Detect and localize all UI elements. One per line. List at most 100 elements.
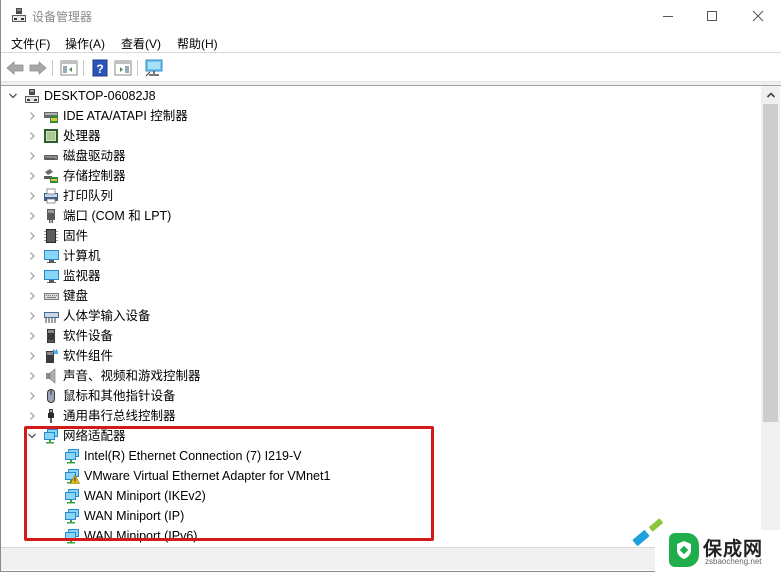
- hid-icon: [42, 308, 59, 324]
- network-adapter-item[interactable]: WAN Miniport (IP): [60, 506, 184, 526]
- device-tree: DESKTOP-06082J8 IDE ATA/ATAPI 控制器处理器磁盘驱动…: [2, 86, 761, 547]
- chevron-right-icon[interactable]: [25, 106, 39, 126]
- tree-category-label: 软件设备: [63, 329, 114, 343]
- network-adapter-icon: [63, 448, 80, 464]
- watermark-logo-icon: [669, 533, 699, 567]
- tree-category-label: 键盘: [63, 289, 89, 303]
- network-adapter-label: Intel(R) Ethernet Connection (7) I219-V: [84, 449, 302, 463]
- tree-category-label: IDE ATA/ATAPI 控制器: [63, 109, 188, 123]
- window-title: 设备管理器: [32, 10, 93, 24]
- tree-category-row[interactable]: 监视器: [25, 266, 101, 286]
- tree-category-row[interactable]: 声音、视频和游戏控制器: [25, 366, 201, 386]
- tree-category-row[interactable]: 处理器: [25, 126, 101, 146]
- back-button[interactable]: [5, 58, 25, 78]
- minimize-button[interactable]: [645, 0, 691, 31]
- chevron-right-icon[interactable]: [25, 226, 39, 246]
- tree-category-row[interactable]: 人体学输入设备: [25, 306, 151, 326]
- tree-category-row[interactable]: 打印队列: [25, 186, 113, 206]
- chevron-right-icon[interactable]: [25, 126, 39, 146]
- tree-category-row[interactable]: 固件: [25, 226, 88, 246]
- close-icon: [752, 10, 764, 21]
- forward-arrow-icon: [29, 61, 47, 75]
- computer-tower-icon: [23, 88, 40, 104]
- software-component-icon: [42, 348, 59, 364]
- action-pane-icon: [114, 60, 132, 76]
- network-adapter-label: WAN Miniport (IKEv2): [84, 489, 206, 503]
- close-button[interactable]: [735, 0, 781, 31]
- title-bar: 设备管理器: [1, 0, 781, 31]
- tree-category-label: 网络适配器: [63, 429, 126, 443]
- tree-category-row[interactable]: 软件组件: [25, 346, 113, 366]
- network-adapter-item[interactable]: Intel(R) Ethernet Connection (7) I219-V: [60, 446, 301, 466]
- menu-help[interactable]: 帮助(H): [177, 35, 218, 52]
- processor-icon: [42, 128, 59, 144]
- chevron-down-icon[interactable]: [25, 426, 39, 446]
- chevron-right-icon[interactable]: [25, 186, 39, 206]
- watermark-url: zsbaocheng.net: [705, 557, 762, 566]
- network-adapter-item[interactable]: WAN Miniport (IPv6): [60, 526, 197, 546]
- chevron-up-icon: [766, 91, 775, 98]
- scan-hardware-button[interactable]: [144, 58, 164, 78]
- tree-category-row[interactable]: 鼠标和其他指针设备: [25, 386, 176, 406]
- network-adapter-icon: [42, 428, 59, 444]
- scrollbar-thumb[interactable]: [763, 104, 778, 422]
- tree-category-row[interactable]: IDE ATA/ATAPI 控制器: [25, 106, 188, 126]
- chevron-right-icon[interactable]: [25, 306, 39, 326]
- ide-controller-icon: [42, 108, 59, 124]
- network-adapter-item[interactable]: VMware Virtual Ethernet Adapter for VMne…: [60, 466, 330, 486]
- chevron-right-icon[interactable]: [25, 366, 39, 386]
- tree-category-row[interactable]: 软件设备: [25, 326, 113, 346]
- tree-category-row[interactable]: 通用串行总线控制器: [25, 406, 176, 426]
- help-button[interactable]: ?: [90, 58, 110, 78]
- show-hide-console-tree-button[interactable]: [59, 58, 79, 78]
- device-manager-app-icon: [11, 7, 27, 23]
- keyboard-icon: [42, 288, 59, 304]
- vertical-scrollbar[interactable]: [761, 86, 780, 547]
- forward-button[interactable]: [28, 58, 48, 78]
- device-manager-window: 设备管理器 文件(F) 操作(A) 查看(V) 帮助(H) ? DESKTOP-…: [0, 0, 781, 572]
- printer-icon: [42, 188, 59, 204]
- tree-category-label: 打印队列: [63, 189, 114, 203]
- tree-category-row[interactable]: 存储控制器: [25, 166, 126, 186]
- chevron-right-icon[interactable]: [25, 286, 39, 306]
- network-adapter-item[interactable]: WAN Miniport (IKEv2): [60, 486, 206, 506]
- menu-view[interactable]: 查看(V): [121, 35, 161, 52]
- tree-category-label: 磁盘驱动器: [63, 149, 126, 163]
- tree-category-row[interactable]: 磁盘驱动器: [25, 146, 126, 166]
- chevron-right-icon[interactable]: [25, 166, 39, 186]
- chevron-right-icon[interactable]: [25, 266, 39, 286]
- software-device-icon: [42, 328, 59, 344]
- tree-category-row[interactable]: 网络适配器: [25, 426, 126, 446]
- watermark-decoration: [632, 529, 650, 547]
- chevron-right-icon[interactable]: [25, 246, 39, 266]
- tree-category-label: 鼠标和其他指针设备: [63, 389, 176, 403]
- usb-icon: [42, 408, 59, 424]
- maximize-icon: [707, 10, 717, 21]
- chevron-right-icon[interactable]: [25, 386, 39, 406]
- computer-icon: [42, 248, 59, 264]
- menu-action[interactable]: 操作(A): [65, 35, 105, 52]
- tree-category-row[interactable]: 计算机: [25, 246, 101, 266]
- menu-file[interactable]: 文件(F): [11, 35, 50, 52]
- disk-drive-icon: [42, 148, 59, 164]
- network-adapter-icon: [63, 528, 80, 544]
- tree-category-row[interactable]: 端口 (COM 和 LPT): [25, 206, 171, 226]
- minimize-icon: [663, 15, 673, 17]
- network-adapter-label: VMware Virtual Ethernet Adapter for VMne…: [84, 469, 331, 483]
- tree-category-row[interactable]: 键盘: [25, 286, 88, 306]
- chevron-right-icon[interactable]: [25, 406, 39, 426]
- console-tree-icon: [60, 60, 78, 76]
- tree-root-computer[interactable]: DESKTOP-06082J8: [6, 86, 156, 106]
- chevron-right-icon[interactable]: [25, 206, 39, 226]
- tree-category-label: 计算机: [63, 249, 101, 263]
- chevron-down-icon[interactable]: [6, 86, 20, 106]
- chevron-right-icon[interactable]: [25, 346, 39, 366]
- chevron-right-icon[interactable]: [25, 326, 39, 346]
- show-hide-action-pane-button[interactable]: [113, 58, 133, 78]
- network-adapter-icon: [63, 488, 80, 504]
- help-icon: ?: [92, 59, 108, 77]
- network-adapter-icon: [63, 508, 80, 524]
- scroll-up-button[interactable]: [761, 86, 780, 103]
- maximize-button[interactable]: [689, 0, 735, 31]
- chevron-right-icon[interactable]: [25, 146, 39, 166]
